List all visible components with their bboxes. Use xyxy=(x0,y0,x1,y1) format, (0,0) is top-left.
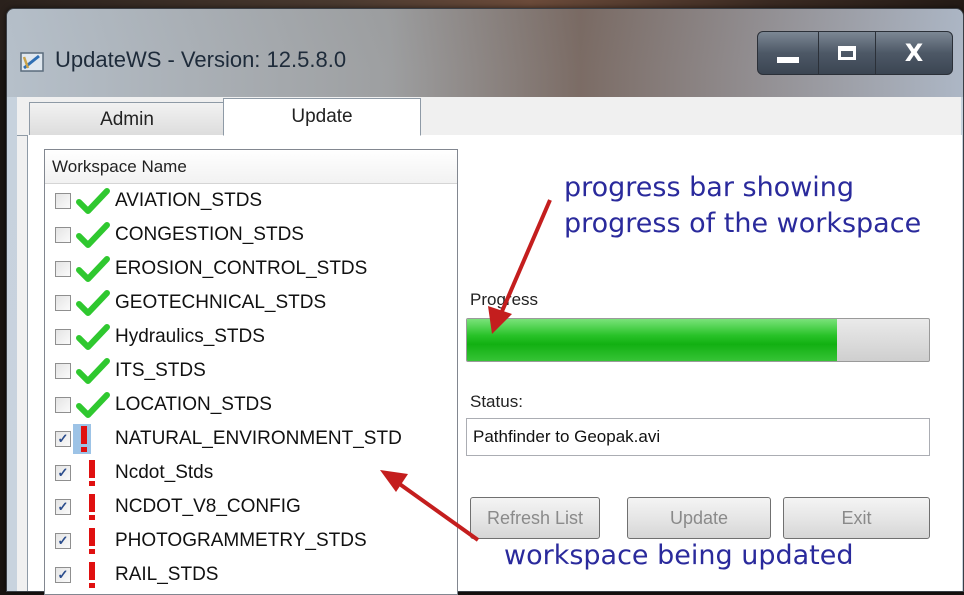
workspace-checkbox[interactable]: ✓ xyxy=(55,567,71,583)
progress-bar xyxy=(466,318,930,362)
exclamation-icon xyxy=(77,492,107,522)
status-label: Status: xyxy=(470,392,523,411)
workspace-name: CONGESTION_STDS xyxy=(115,224,304,245)
list-item[interactable]: AVIATION_STDS xyxy=(45,184,457,218)
checkmark-icon xyxy=(75,254,111,284)
workspace-name: AVIATION_STDS xyxy=(115,190,263,211)
progress-bar-fill xyxy=(467,319,837,361)
list-item[interactable]: ✓ Ncdot_Stds xyxy=(45,456,457,490)
exclamation-icon xyxy=(77,526,107,556)
workspace-checkbox[interactable] xyxy=(55,329,71,345)
progress-annotation-line2: progress of the workspace xyxy=(564,208,922,239)
workspace-name: LOCATION_STDS xyxy=(115,394,272,415)
workspace-list[interactable]: Workspace Name AVIATION_STDS CONGESTION_S… xyxy=(44,149,458,595)
title-bar[interactable]: UpdateWS - Version: 12.5.8.0 X xyxy=(7,9,963,97)
status-field: Pathfinder to Geopak.avi xyxy=(466,418,930,456)
workspace-name: EROSION_CONTROL_STDS xyxy=(115,258,368,279)
exclamation-icon xyxy=(69,424,99,454)
list-item[interactable]: ✓ NATURAL_ENVIRONMENT_STD xyxy=(45,422,457,456)
checkmark-icon xyxy=(75,356,111,386)
workspace-annotation: workspace being updated xyxy=(504,540,854,571)
workspace-name: NATURAL_ENVIRONMENT_STD xyxy=(115,428,402,449)
workspace-checkbox[interactable] xyxy=(55,397,71,413)
progress-label: Progress xyxy=(470,290,539,309)
workspace-checkbox[interactable]: ✓ xyxy=(55,499,71,515)
refresh-list-button[interactable]: Refresh List xyxy=(470,497,600,539)
workspace-name: RAIL_STDS xyxy=(115,564,219,585)
workspace-rows: AVIATION_STDS CONGESTION_STDS EROSION_CONT… xyxy=(45,184,457,592)
list-item[interactable]: ✓ NCDOT_V8_CONFIG xyxy=(45,490,457,524)
workspace-checkbox[interactable] xyxy=(55,261,71,277)
app-icon xyxy=(20,52,44,72)
tab-strip: Admin Update xyxy=(17,97,961,136)
checkmark-icon xyxy=(75,390,111,420)
minimize-button[interactable] xyxy=(757,31,819,75)
update-button[interactable]: Update xyxy=(627,497,771,539)
tab-update[interactable]: Update xyxy=(223,98,421,136)
close-icon: X xyxy=(904,39,924,67)
workspace-checkbox[interactable] xyxy=(55,227,71,243)
list-item[interactable]: LOCATION_STDS xyxy=(45,388,457,422)
workspace-name: NCDOT_V8_CONFIG xyxy=(115,496,301,517)
list-item[interactable]: ✓ RAIL_STDS xyxy=(45,558,457,592)
window-title: UpdateWS - Version: 12.5.8.0 xyxy=(55,47,347,72)
tab-admin[interactable]: Admin xyxy=(29,102,225,136)
workspace-checkbox[interactable]: ✓ xyxy=(55,465,71,481)
checkmark-icon xyxy=(75,288,111,318)
workspace-checkbox[interactable]: ✓ xyxy=(55,533,71,549)
exit-button[interactable]: Exit xyxy=(783,497,930,539)
close-button[interactable]: X xyxy=(875,31,953,75)
workspace-name: ITS_STDS xyxy=(115,360,206,381)
checkmark-icon xyxy=(75,322,111,352)
list-item[interactable]: CONGESTION_STDS xyxy=(45,218,457,252)
workspace-name: Hydraulics_STDS xyxy=(115,326,265,347)
checkmark-icon xyxy=(75,220,111,250)
workspace-checkbox[interactable] xyxy=(55,193,71,209)
workspace-name: PHOTOGRAMMETRY_STDS xyxy=(115,530,367,551)
minimize-icon xyxy=(777,57,799,63)
list-item[interactable]: EROSION_CONTROL_STDS xyxy=(45,252,457,286)
list-item[interactable]: Hydraulics_STDS xyxy=(45,320,457,354)
maximize-icon xyxy=(838,46,856,60)
workspace-checkbox[interactable] xyxy=(55,295,71,311)
workspace-name: GEOTECHNICAL_STDS xyxy=(115,292,327,313)
maximize-button[interactable] xyxy=(818,31,876,75)
workspace-checkbox[interactable] xyxy=(55,363,71,379)
list-item[interactable]: ✓ PHOTOGRAMMETRY_STDS xyxy=(45,524,457,558)
exclamation-icon xyxy=(77,458,107,488)
exclamation-icon xyxy=(77,560,107,590)
workspace-list-header: Workspace Name xyxy=(45,150,457,184)
workspace-name: Ncdot_Stds xyxy=(115,462,214,483)
checkmark-icon xyxy=(75,186,111,216)
list-item[interactable]: ITS_STDS xyxy=(45,354,457,388)
list-item[interactable]: GEOTECHNICAL_STDS xyxy=(45,286,457,320)
progress-annotation-line1: progress bar showing xyxy=(564,172,855,203)
